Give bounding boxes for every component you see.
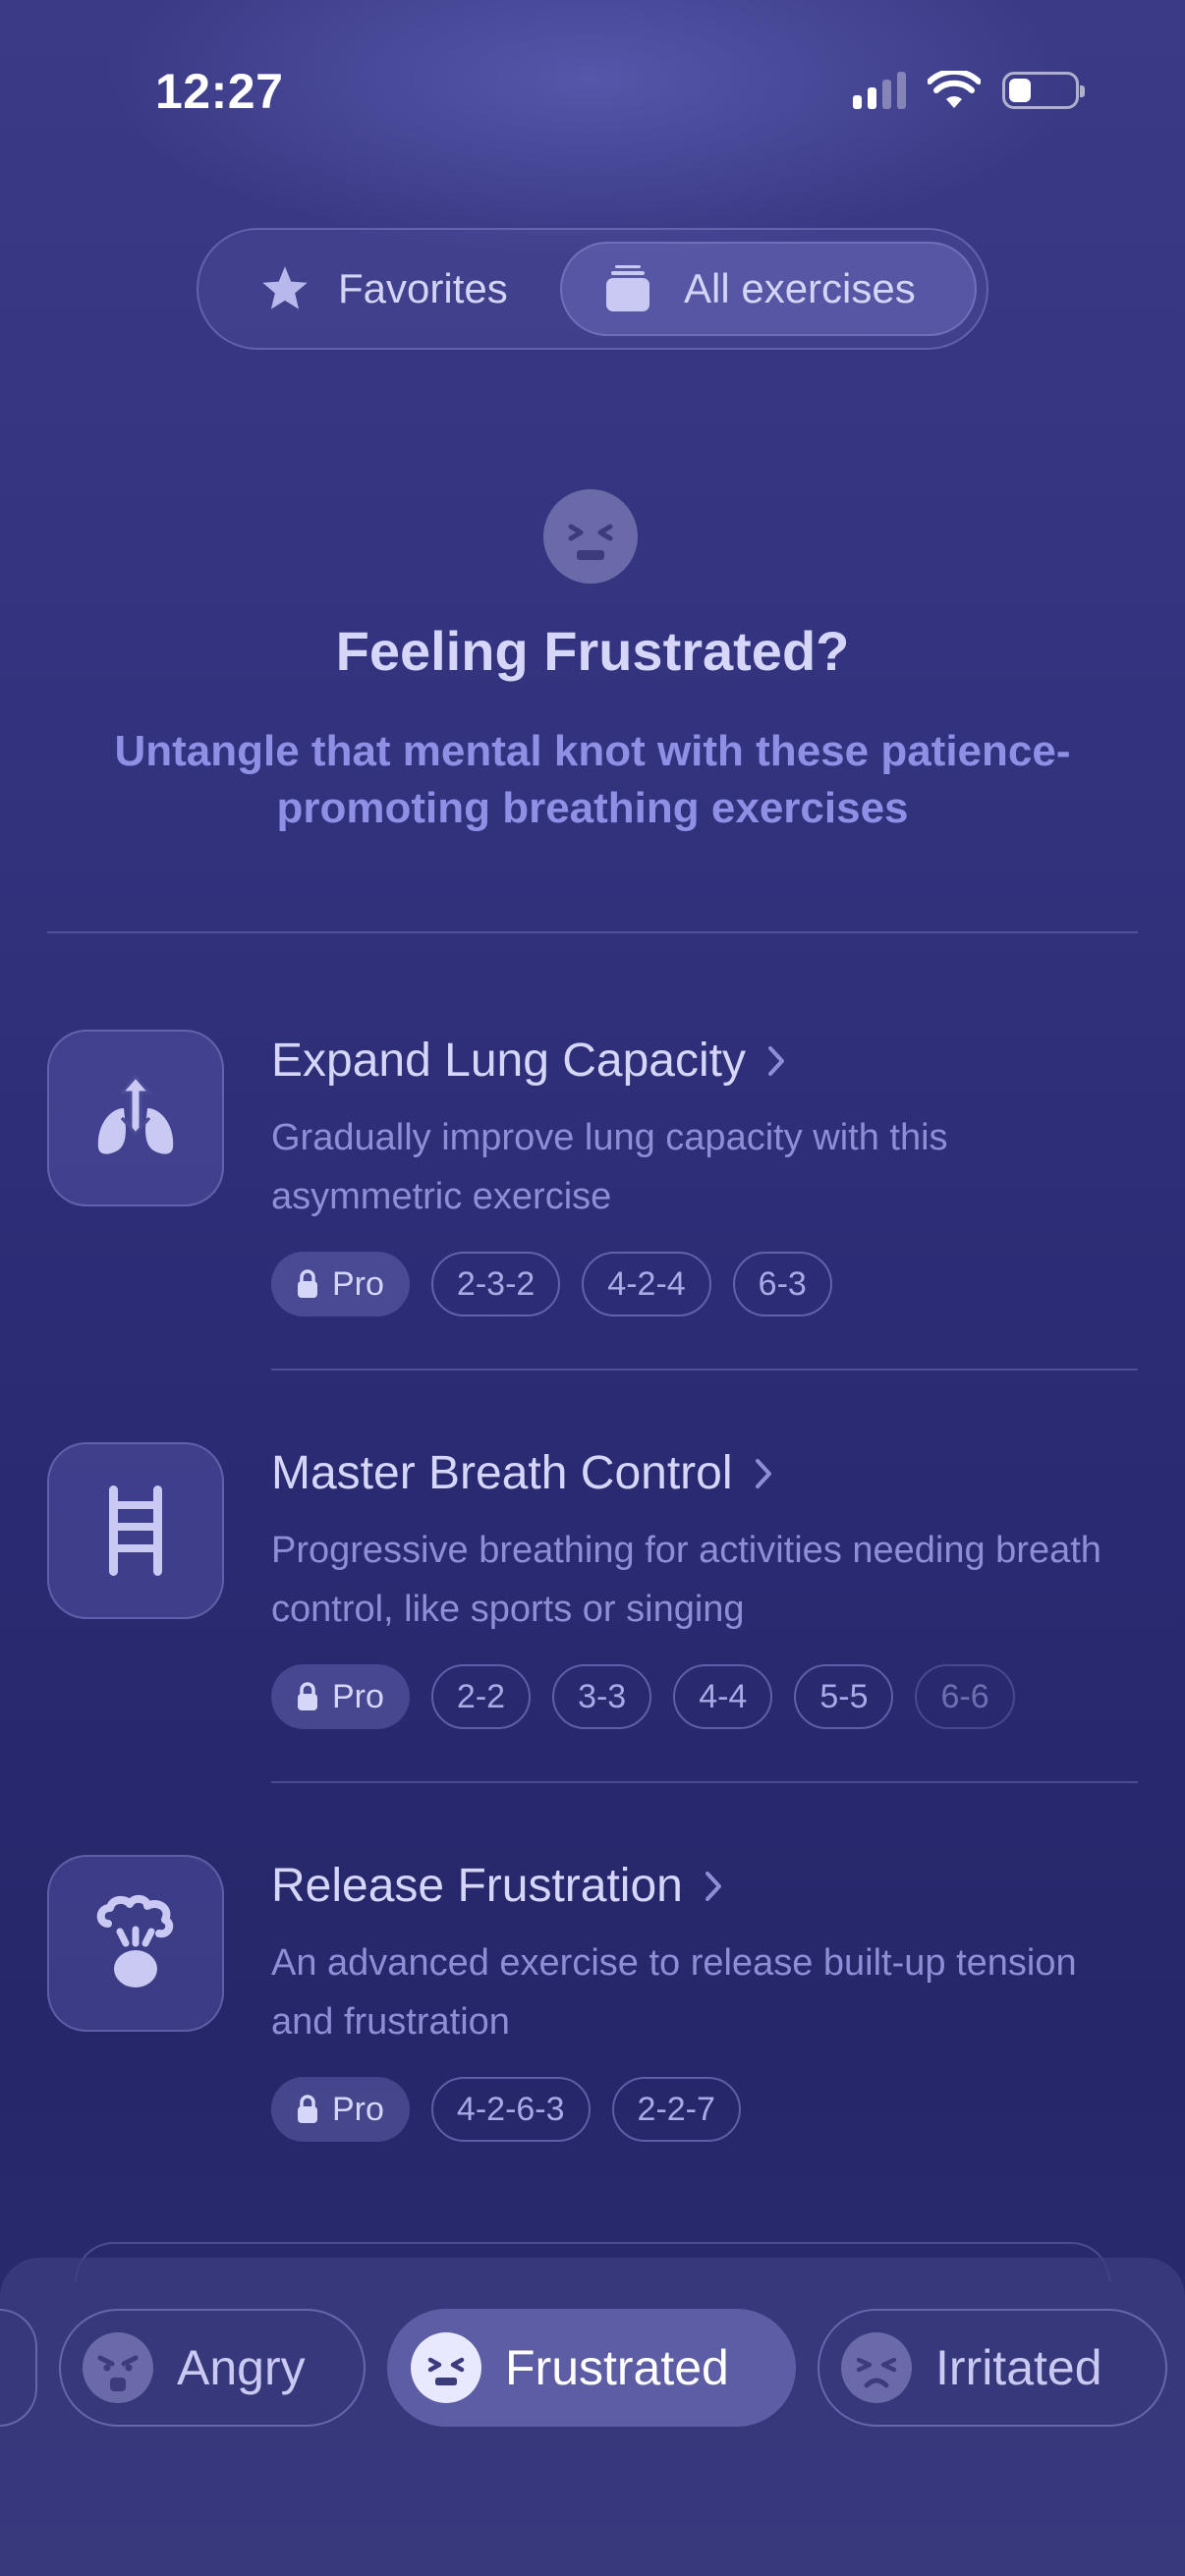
steam-head-icon (47, 1855, 224, 2032)
pattern-tag[interactable]: 2-2 (430, 1664, 532, 1729)
status-time: 12:27 (155, 64, 284, 119)
exercise-tags: Pro 2-3-2 4-2-4 6-3 (271, 1252, 832, 1316)
status-icons (853, 71, 1085, 110)
lock-icon (298, 1682, 317, 1710)
exercise-title-text: Master Breath Control (271, 1447, 733, 1499)
pro-label: Pro (332, 1677, 384, 1715)
favorites-label: Favorites (338, 265, 508, 311)
stack-icon (606, 265, 649, 311)
wifi-icon (928, 71, 981, 108)
pro-badge: Pro (271, 1664, 410, 1729)
exercise-row-master-breath-control[interactable]: Master Breath Control Progressive breath… (0, 1442, 1185, 1776)
irritated-face-icon (841, 2332, 912, 2403)
pro-badge: Pro (271, 1252, 410, 1316)
exercise-title-text: Expand Lung Capacity (271, 1035, 746, 1087)
mood-chip-frustrated[interactable]: Frustrated (387, 2309, 796, 2427)
pro-badge: Pro (271, 2077, 410, 2142)
all-exercises-tab[interactable]: All exercises (560, 242, 977, 336)
exercise-tags: Pro 4-2-6-3 2-2-7 (271, 2077, 741, 2142)
view-toggle: Favorites All exercises (197, 228, 988, 350)
section-divider (47, 931, 1138, 933)
mood-label: Angry (177, 2340, 306, 2395)
exercise-title: Master Breath Control (271, 1446, 772, 1500)
chevron-right-icon (705, 1871, 721, 1901)
pattern-tag[interactable]: 5-5 (794, 1664, 894, 1729)
all-exercises-label: All exercises (684, 265, 916, 311)
exercise-description: An advanced exercise to release built-up… (271, 1942, 1077, 2043)
row-divider (271, 1781, 1138, 1783)
mood-label: Irritated (935, 2340, 1102, 2395)
star-icon (262, 266, 308, 309)
exercise-description: Progressive breathing for activities nee… (271, 1530, 1101, 1630)
pattern-tag[interactable]: 6-6 (915, 1664, 1015, 1729)
pattern-tag[interactable]: 2-2-7 (611, 2077, 741, 2142)
mood-chip-angry[interactable]: Angry (59, 2309, 366, 2427)
lock-icon (298, 1269, 317, 1298)
chevron-right-icon (768, 1045, 784, 1076)
pattern-tag[interactable]: 2-3-2 (430, 1252, 561, 1316)
pattern-tag[interactable]: 4-2-4 (582, 1252, 711, 1316)
row-divider (271, 1369, 1138, 1371)
pro-label: Pro (332, 1264, 384, 1303)
home-indicator (447, 2541, 738, 2552)
pattern-tag[interactable]: 3-3 (552, 1664, 652, 1729)
exercise-title-text: Release Frustration (271, 1860, 683, 1912)
chevron-right-icon (755, 1458, 771, 1488)
exercise-description: Gradually improve lung capacity with thi… (271, 1117, 948, 1217)
pro-label: Pro (332, 2090, 384, 2128)
favorites-tab[interactable]: Favorites (210, 242, 554, 336)
battery-icon (1002, 72, 1085, 109)
pattern-tag[interactable]: 6-3 (732, 1252, 832, 1316)
pattern-tag[interactable]: 4-4 (673, 1664, 773, 1729)
page-title: Feeling Frustrated? (335, 620, 850, 682)
pattern-tag[interactable]: 4-2-6-3 (430, 2077, 591, 2142)
exercise-row-expand-lung-capacity[interactable]: Expand Lung Capacity Gradually improve l… (0, 1030, 1185, 1364)
exercise-row-release-frustration[interactable]: Release Frustration An advanced exercise… (0, 1855, 1185, 2189)
mood-label: Frustrated (505, 2340, 729, 2395)
lock-icon (298, 2095, 317, 2123)
ladder-icon (47, 1442, 224, 1619)
cellular-signal-icon (853, 72, 906, 109)
frustrated-face-icon (411, 2332, 481, 2403)
exercise-title: Release Frustration (271, 1859, 722, 1913)
exercise-title: Expand Lung Capacity (271, 1034, 785, 1088)
page-subtitle: Untangle that mental knot with these pat… (114, 727, 1071, 832)
mood-chip-irritated[interactable]: Irritated (818, 2309, 1167, 2427)
lungs-icon (47, 1030, 224, 1206)
frustrated-face-icon (543, 489, 638, 584)
exercise-tags: Pro 2-2 3-3 4-4 5-5 6-6 (271, 1664, 1015, 1729)
angry-face-icon (83, 2332, 153, 2403)
